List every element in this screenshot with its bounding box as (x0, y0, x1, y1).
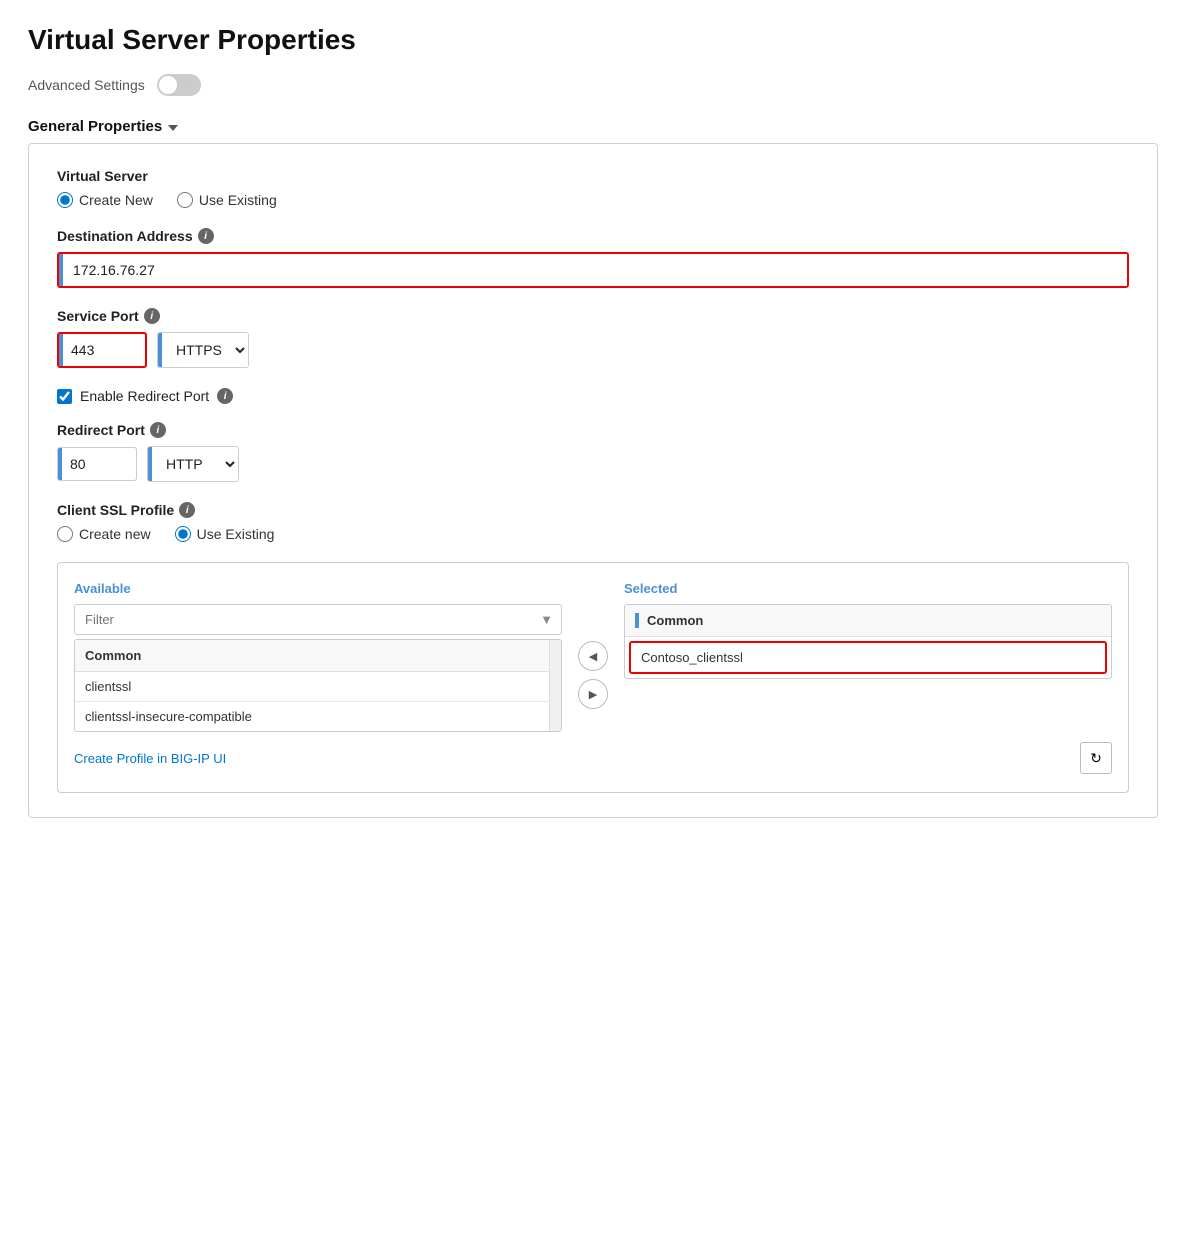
filter-input[interactable] (75, 605, 532, 634)
service-port-input[interactable] (63, 334, 123, 366)
advanced-settings-label: Advanced Settings (28, 77, 145, 93)
enable-redirect-port-label: Enable Redirect Port (80, 388, 209, 404)
ssl-create-new-radio[interactable] (57, 526, 73, 542)
general-properties-label: General Properties (28, 118, 162, 135)
selected-item[interactable]: Contoso_clientssl (629, 641, 1107, 674)
selected-group-header: Common (625, 605, 1111, 637)
available-column: Available ▼ Common clientssl clientssl-i… (74, 581, 562, 732)
virtual-server-label: Virtual Server (57, 168, 1129, 184)
move-left-button[interactable]: ◀ (578, 641, 608, 671)
move-right-button[interactable]: ▶ (578, 679, 608, 709)
ssl-use-existing-radio[interactable] (175, 526, 191, 542)
enable-redirect-port-checkbox[interactable] (57, 389, 72, 404)
redirect-port-label: Redirect Port i (57, 422, 1129, 438)
use-existing-radio-option[interactable]: Use Existing (177, 192, 277, 208)
scrollbar (549, 640, 561, 731)
filter-icon: ▼ (532, 605, 561, 634)
selected-list: Common Contoso_clientssl (624, 604, 1112, 679)
general-properties-header[interactable]: General Properties (28, 118, 1158, 143)
destination-address-input[interactable] (63, 254, 1127, 286)
selected-group-bar (635, 613, 639, 628)
create-new-radio[interactable] (57, 192, 73, 208)
destination-address-input-wrapper (57, 252, 1129, 288)
advanced-settings-toggle[interactable] (157, 74, 201, 96)
list-item[interactable]: clientssl-insecure-compatible (75, 702, 561, 731)
selected-group-name: Common (647, 613, 703, 628)
service-port-label: Service Port i (57, 308, 1129, 324)
arrows-column: ◀ ▶ (578, 581, 608, 709)
service-port-row: HTTPS HTTP FTP SMTP SNMP (57, 332, 1129, 368)
refresh-button[interactable]: ↻ (1080, 742, 1112, 774)
ssl-create-new-radio-option[interactable]: Create new (57, 526, 151, 542)
redirect-port-section: Redirect Port i HTTP HTTPS FTP (57, 422, 1129, 482)
client-ssl-profile-label: Client SSL Profile i (57, 502, 1129, 518)
page-title: Virtual Server Properties (28, 24, 1158, 56)
redirect-port-row: HTTP HTTPS FTP (57, 446, 1129, 482)
selected-column: Selected Common Contoso_clientssl (624, 581, 1112, 679)
advanced-settings-row: Advanced Settings (28, 74, 1158, 96)
destination-address-label: Destination Address i (57, 228, 1129, 244)
protocol-select[interactable]: HTTPS HTTP FTP SMTP SNMP (162, 333, 248, 367)
properties-card: Virtual Server Create New Use Existing D… (28, 143, 1158, 818)
redirect-protocol-select[interactable]: HTTP HTTPS FTP (152, 447, 238, 481)
protocol-select-wrapper: HTTPS HTTP FTP SMTP SNMP (157, 332, 249, 368)
available-label: Available (74, 581, 562, 596)
client-ssl-profile-radio-group: Create new Use Existing (57, 526, 1129, 542)
service-port-input-wrapper (57, 332, 147, 368)
refresh-icon: ↻ (1090, 750, 1102, 767)
redirect-port-info-icon[interactable]: i (150, 422, 166, 438)
create-new-label: Create New (79, 192, 153, 208)
ssl-profiles-container: Available ▼ Common clientssl clientssl-i… (57, 562, 1129, 793)
use-existing-label: Use Existing (199, 192, 277, 208)
available-group-header: Common (75, 640, 561, 672)
service-port-section: Service Port i HTTPS HTTP FTP SMTP SNMP (57, 308, 1129, 368)
list-item[interactable]: clientssl (75, 672, 561, 702)
redirect-port-input-wrapper (57, 447, 137, 481)
ssl-use-existing-label: Use Existing (197, 526, 275, 542)
ssl-columns: Available ▼ Common clientssl clientssl-i… (74, 581, 1112, 732)
destination-address-info-icon[interactable]: i (198, 228, 214, 244)
available-list-inner: Common clientssl clientssl-insecure-comp… (75, 640, 561, 731)
selected-label: Selected (624, 581, 1112, 596)
client-ssl-profile-info-icon[interactable]: i (179, 502, 195, 518)
virtual-server-section: Virtual Server Create New Use Existing (57, 168, 1129, 208)
ssl-bottom-row: Create Profile in BIG-IP UI ↻ (74, 742, 1112, 774)
redirect-protocol-select-wrapper: HTTP HTTPS FTP (147, 446, 239, 482)
chevron-down-icon (168, 125, 178, 131)
virtual-server-radio-group: Create New Use Existing (57, 192, 1129, 208)
service-port-info-icon[interactable]: i (144, 308, 160, 324)
destination-address-section: Destination Address i (57, 228, 1129, 288)
enable-redirect-port-info-icon[interactable]: i (217, 388, 233, 404)
create-profile-link[interactable]: Create Profile in BIG-IP UI (74, 751, 226, 766)
client-ssl-profile-section: Client SSL Profile i Create new Use Exis… (57, 502, 1129, 542)
enable-redirect-port-row: Enable Redirect Port i (57, 388, 1129, 404)
available-group-name: Common (85, 648, 141, 663)
available-list: Common clientssl clientssl-insecure-comp… (74, 639, 562, 732)
ssl-create-new-label: Create new (79, 526, 151, 542)
create-new-radio-option[interactable]: Create New (57, 192, 153, 208)
redirect-port-input[interactable] (62, 448, 112, 480)
ssl-use-existing-radio-option[interactable]: Use Existing (175, 526, 275, 542)
filter-row: ▼ (74, 604, 562, 635)
use-existing-radio[interactable] (177, 192, 193, 208)
